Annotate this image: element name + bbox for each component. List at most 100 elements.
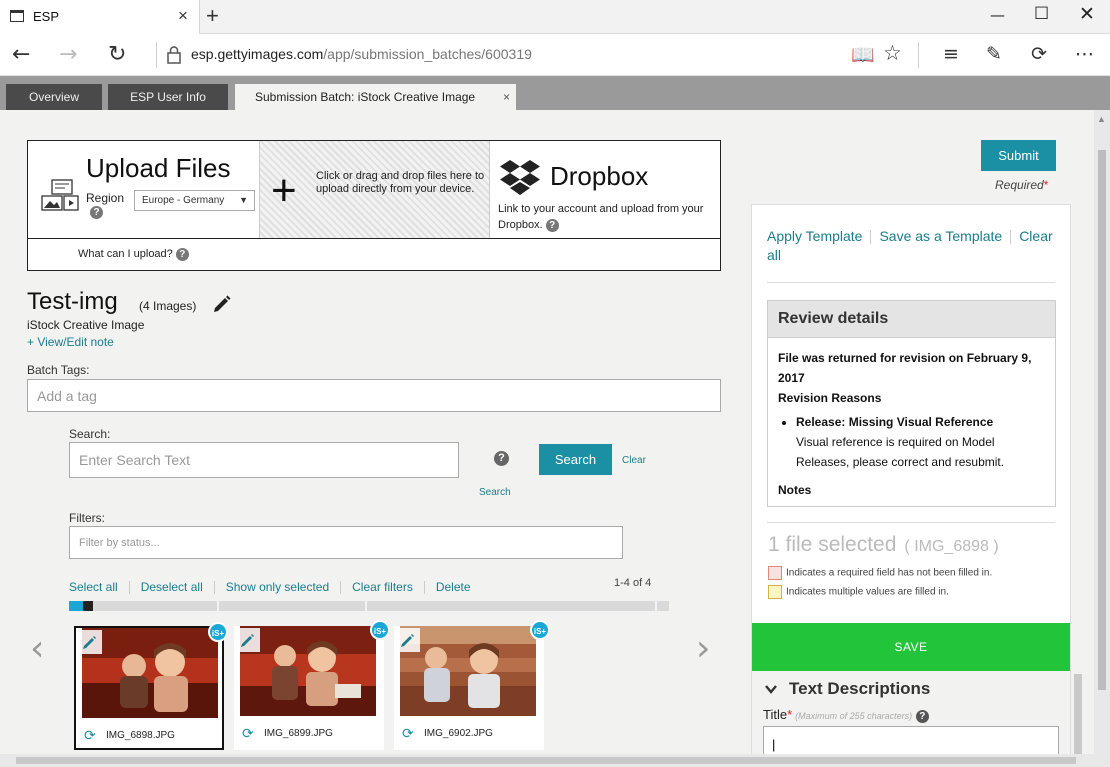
- search-input[interactable]: [69, 442, 459, 478]
- batch-tags-input[interactable]: [27, 379, 721, 412]
- progress-gap: [655, 601, 657, 611]
- maximize-icon[interactable]: ☐: [1034, 4, 1049, 24]
- refresh-icon[interactable]: ↻: [108, 42, 126, 67]
- carousel-prev-icon[interactable]: ‹: [30, 628, 44, 669]
- minimize-icon[interactable]: —: [990, 6, 1005, 24]
- close-tab-icon[interactable]: ×: [178, 6, 188, 26]
- pencil-icon: [83, 636, 96, 649]
- photo-thumbnail: [240, 626, 376, 716]
- hub-icon[interactable]: ≡: [943, 43, 959, 65]
- app-tab-bar: Overview ESP User Info Submission Batch:…: [0, 76, 1110, 110]
- search-button[interactable]: Search: [539, 444, 612, 475]
- text-descriptions-title[interactable]: Text Descriptions: [789, 679, 930, 699]
- forward-icon[interactable]: →: [59, 42, 77, 67]
- delete-link[interactable]: Delete: [436, 580, 471, 594]
- dropbox-help-icon[interactable]: ?: [545, 219, 559, 232]
- template-links: Apply Template Save as a Template Clear al…: [767, 227, 1057, 265]
- page-scrollbar[interactable]: ▲: [1094, 110, 1110, 767]
- new-tab-button[interactable]: +: [206, 3, 219, 29]
- istock-plus-badge: iS+: [530, 620, 550, 640]
- submit-button[interactable]: Submit: [981, 140, 1056, 171]
- scrollbar-thumb[interactable]: [1074, 674, 1082, 754]
- istock-plus-badge: iS+: [370, 620, 390, 640]
- istock-plus-badge: iS+: [208, 622, 228, 642]
- window-close-icon[interactable]: ✕: [1079, 3, 1095, 25]
- title-help-icon[interactable]: ?: [915, 710, 929, 723]
- tab-overview[interactable]: Overview: [6, 84, 102, 110]
- divider: [340, 581, 342, 595]
- region-select[interactable]: Europe - Germany ▼: [134, 190, 255, 211]
- scrollbar-thumb[interactable]: [1098, 150, 1106, 690]
- view-edit-note-link[interactable]: + View/Edit note: [27, 335, 114, 349]
- close-icon[interactable]: ×: [503, 84, 510, 110]
- dropbox-panel[interactable]: Dropbox Link to your account and upload …: [490, 141, 721, 238]
- search-help-icon[interactable]: ?: [494, 451, 509, 466]
- what-can-upload-row: What can I upload? ?: [28, 238, 720, 270]
- edit-thumbnail-button[interactable]: [236, 628, 260, 652]
- selected-filename: ( IMG_6898 ): [904, 538, 999, 555]
- apply-template-link[interactable]: Apply Template: [767, 228, 862, 244]
- browser-tab-title: ESP: [33, 9, 60, 24]
- region-help-icon[interactable]: ?: [90, 206, 103, 219]
- show-only-selected-link[interactable]: Show only selected: [226, 580, 329, 594]
- search-help-link[interactable]: Search: [479, 487, 511, 498]
- save-button[interactable]: SAVE: [752, 623, 1070, 671]
- progress-segment-selected: [83, 601, 93, 611]
- more-icon[interactable]: ⋯: [1075, 43, 1094, 65]
- revision-reasons-title: Revision Reasons: [778, 391, 882, 405]
- divider: [767, 282, 1055, 283]
- horizontal-scrollbar[interactable]: [0, 754, 1094, 767]
- scroll-up-icon[interactable]: ▲: [1097, 114, 1106, 124]
- browser-tab[interactable]: ESP ×: [0, 0, 200, 34]
- carousel-next-icon[interactable]: ›: [696, 628, 710, 669]
- pager-count: 1-4 of 4: [614, 577, 652, 589]
- upload-box: Upload Files Region ? Europe - Germany ▼…: [27, 140, 721, 271]
- thumbnail-card[interactable]: iS+ ⟳ IMG_6902.JPG: [394, 620, 550, 750]
- address-bar: ← → ↻ esp.gettyimages.com/app/submission…: [0, 34, 1110, 76]
- help-icon: ?: [175, 248, 189, 261]
- list-item: Release: Missing Visual Reference Visual…: [796, 412, 1045, 472]
- revision-reason-title: Release: Missing Visual Reference: [796, 415, 994, 429]
- divider: [213, 581, 215, 595]
- clear-search-link[interactable]: Clear: [622, 455, 646, 466]
- chevron-down-icon[interactable]: [765, 683, 777, 695]
- review-details-title: Review details: [768, 301, 1055, 338]
- edit-thumbnail-button[interactable]: [78, 630, 102, 654]
- save-as-template-link[interactable]: Save as a Template: [879, 228, 1002, 244]
- filter-status-input[interactable]: [69, 526, 623, 559]
- deselect-all-link[interactable]: Deselect all: [141, 580, 203, 594]
- sync-icon: ⟳: [242, 726, 254, 742]
- divider: [128, 581, 130, 595]
- tab-submission-batch[interactable]: Submission Batch: iStock Creative Image …: [235, 84, 516, 110]
- edit-pencil-icon[interactable]: [212, 294, 232, 314]
- web-note-icon[interactable]: ✎: [986, 43, 1002, 65]
- select-all-link[interactable]: Select all: [69, 580, 118, 594]
- favorite-star-icon[interactable]: ☆: [883, 41, 902, 65]
- scrollbar-thumb[interactable]: [16, 757, 1076, 764]
- thumbnail-card[interactable]: iS+ ⟳ IMG_6899.JPG: [234, 620, 390, 750]
- what-can-upload-link[interactable]: What can I upload? ?: [78, 248, 189, 261]
- tab-esp-user-info[interactable]: ESP User Info: [108, 84, 228, 110]
- divider: [423, 581, 425, 595]
- search-label: Search:: [69, 427, 111, 441]
- divider: [870, 230, 872, 245]
- multiple-swatch: [768, 585, 782, 599]
- back-icon[interactable]: ←: [12, 42, 30, 67]
- panel-scrollbar[interactable]: [1071, 204, 1085, 767]
- edit-thumbnail-button[interactable]: [396, 628, 420, 652]
- required-swatch: [768, 566, 782, 580]
- reading-view-icon[interactable]: 📖: [851, 43, 875, 66]
- clear-filters-link[interactable]: Clear filters: [352, 580, 413, 594]
- revision-reason-text: Visual reference is required on Model Re…: [796, 435, 1005, 469]
- divider: [1010, 230, 1012, 245]
- share-icon[interactable]: ⟳: [1031, 43, 1047, 65]
- separator: [918, 42, 919, 68]
- url-field[interactable]: esp.gettyimages.com/app/submission_batch…: [191, 46, 532, 62]
- thumbnail-card[interactable]: iS+ ⟳ IMG_6898.JPG: [74, 622, 228, 750]
- region-select-value: Europe - Germany: [142, 195, 225, 206]
- region-label: Region: [86, 191, 125, 205]
- thumbnail-filename: IMG_6898.JPG: [106, 730, 175, 741]
- tab-submission-batch-label: Submission Batch: iStock Creative Image: [255, 90, 476, 104]
- upload-files-title: Upload Files: [86, 153, 231, 183]
- drop-zone[interactable]: + Click or drag and drop files here to u…: [259, 141, 490, 238]
